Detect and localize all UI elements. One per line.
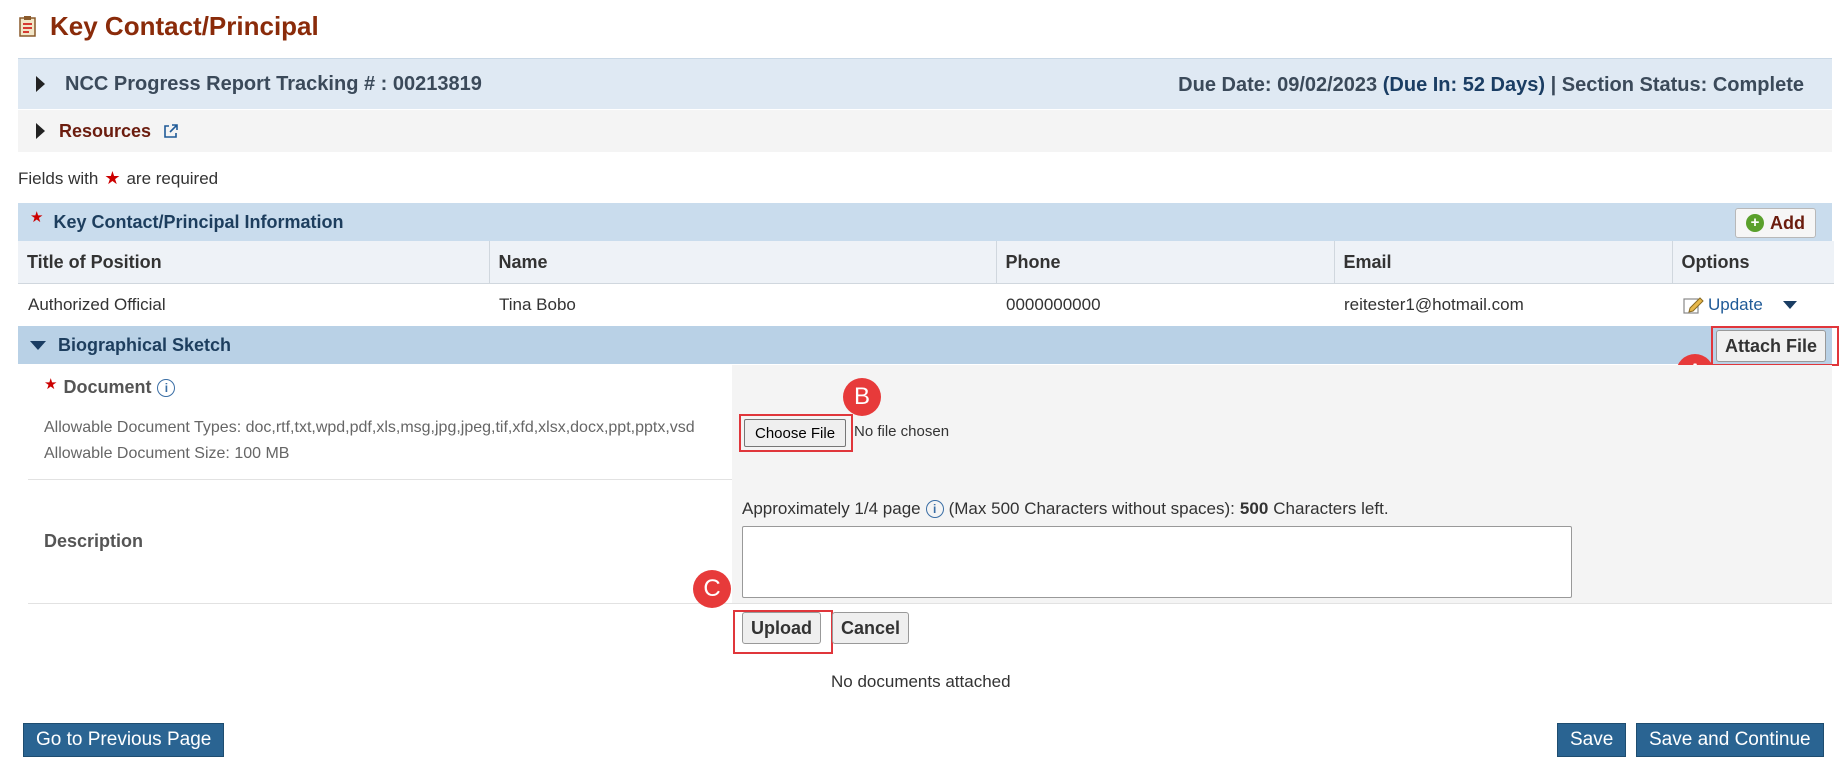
callout-badge-b: B: [843, 378, 881, 416]
tracking-number: NCC Progress Report Tracking # : 0021381…: [65, 72, 482, 95]
edit-icon: [1683, 297, 1704, 314]
resources-label[interactable]: Resources: [59, 121, 151, 142]
callout-badge-c: C: [693, 570, 731, 608]
chevron-down-icon[interactable]: [1782, 301, 1797, 309]
page-title: Key Contact/Principal: [50, 10, 319, 41]
column-header: Phone: [995, 241, 1334, 284]
hint-max: (Max 500 Characters without spaces):: [948, 499, 1235, 518]
allowed-types: Allowable Document Types: doc,rtf,txt,wp…: [44, 419, 695, 436]
info-icon[interactable]: i: [925, 500, 944, 518]
cell-phone: 0000000000: [1006, 295, 1101, 314]
hint-left: Characters left.: [1273, 499, 1389, 518]
plus-icon: +: [1746, 214, 1764, 232]
cell-email: reitester1@hotmail.com: [1344, 295, 1524, 314]
column-header: Title of Position: [18, 241, 489, 284]
save-continue-button[interactable]: Save and Continue: [1636, 723, 1824, 757]
hint-page: Approximately 1/4 page: [742, 499, 921, 518]
resources-bar[interactable]: Resources: [18, 110, 1832, 152]
cancel-button[interactable]: Cancel: [832, 612, 910, 644]
choose-file-button[interactable]: Choose File: [744, 419, 847, 447]
info-icon[interactable]: i: [157, 378, 176, 397]
description-hint: Approximately 1/4 page i (Max 500 Charac…: [742, 499, 1389, 519]
external-link-icon[interactable]: [163, 123, 179, 139]
due-info: Due Date: 09/02/2023 (Due In: 52 Days) |…: [1178, 74, 1804, 97]
column-header: Name: [488, 241, 996, 284]
due-in: (Due In: 52 Days): [1382, 74, 1546, 96]
expand-arrow-icon[interactable]: [36, 76, 45, 92]
bio-sketch-header[interactable]: Biographical Sketch: [18, 326, 1832, 364]
tracking-bar[interactable]: NCC Progress Report Tracking # : 0021381…: [18, 58, 1832, 109]
no-file-text: No file chosen: [854, 423, 950, 440]
key-contact-header: ★ Key Contact/Principal Information + Ad…: [18, 203, 1832, 241]
cell-title: Authorized Official: [28, 295, 166, 314]
table-row: Authorized Official Tina Bobo 0000000000…: [18, 284, 1834, 327]
allowed-size: Allowable Document Size: 100 MB: [44, 445, 290, 462]
no-documents-text: No documents attached: [831, 672, 1011, 691]
required-star-icon: ★: [104, 168, 121, 188]
previous-page-button[interactable]: Go to Previous Page: [23, 723, 225, 757]
save-button[interactable]: Save: [1557, 723, 1627, 757]
attach-file-button[interactable]: Attach File: [1716, 330, 1827, 362]
required-note-prefix: Fields with: [18, 168, 99, 188]
expand-arrow-icon[interactable]: [36, 123, 45, 139]
update-link[interactable]: Update: [1708, 295, 1763, 315]
column-header: Options: [1671, 241, 1834, 284]
table-header-row: Title of Position Name Phone Email Optio…: [18, 241, 1834, 284]
key-contact-table: Title of Position Name Phone Email Optio…: [18, 241, 1834, 326]
cell-name: Tina Bobo: [499, 295, 576, 314]
required-note: Fields with ★ are required: [18, 168, 218, 189]
add-label: Add: [1770, 212, 1805, 233]
clipboard-icon: [19, 16, 36, 37]
bio-sketch-title: Biographical Sketch: [58, 334, 232, 355]
due-date: Due Date: 09/02/2023: [1178, 74, 1378, 96]
divider: [28, 603, 1832, 604]
description-label: Description: [44, 531, 144, 551]
required-note-suffix: are required: [126, 168, 219, 188]
section-status: | Section Status: Complete: [1550, 74, 1804, 96]
upload-button[interactable]: Upload: [742, 612, 821, 644]
cell-options: Update: [1672, 284, 1834, 327]
page-title-bar: Key Contact/Principal: [18, 8, 319, 44]
document-input-cell: No file chosen: [732, 365, 1832, 479]
required-star-icon: ★: [30, 209, 44, 226]
document-label-cell: ★ Document i Allowable Document Types: d…: [28, 365, 732, 479]
collapse-arrow-icon[interactable]: [30, 340, 46, 350]
add-button[interactable]: + Add: [1735, 208, 1816, 238]
required-star-icon: ★: [44, 375, 58, 393]
chars-left-count: 500: [1239, 499, 1269, 518]
document-label: Document: [63, 377, 152, 397]
description-textarea[interactable]: [742, 526, 1572, 598]
update-option[interactable]: Update: [1682, 295, 1824, 315]
column-header: Email: [1333, 241, 1672, 284]
key-contact-title: Key Contact/Principal Information: [53, 211, 344, 232]
